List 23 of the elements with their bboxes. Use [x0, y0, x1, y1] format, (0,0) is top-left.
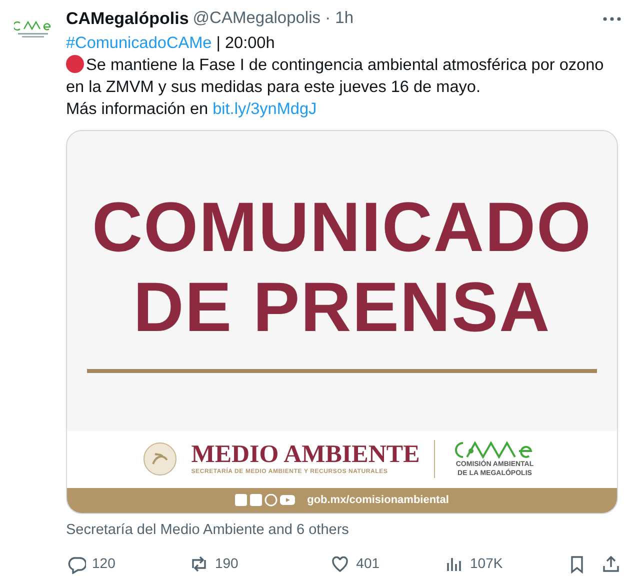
author-handle: @CAMegalopolis · 1h: [192, 8, 354, 30]
square-icon: [235, 494, 248, 506]
views-button[interactable]: 107K: [444, 553, 567, 574]
square-icon: [250, 494, 262, 506]
tweet-text: | 20:00h: [215, 34, 275, 52]
like-button[interactable]: 401: [330, 553, 444, 574]
headline-text: COMUNICADO: [91, 186, 593, 266]
author-name[interactable]: CAMegalópolis: [66, 6, 189, 32]
retweet-button[interactable]: 190: [188, 553, 330, 574]
more-icon[interactable]: [603, 16, 621, 21]
ring-icon: [264, 494, 278, 506]
emblem-icon: [143, 442, 178, 476]
brand-title: MEDIO AMBIENTE: [191, 442, 420, 468]
tweet-text: Se mantiene la Fase I de contingencia ambiental atmosférica por ozono en la ZMVM y sus medidas para este jueves 16 de mayo.: [66, 56, 604, 96]
headline-text: DE PRENSA: [132, 266, 552, 346]
share-icon: [601, 554, 621, 574]
heart-icon: [330, 554, 350, 574]
website-url: gob.mx/comisionambiental: [307, 492, 449, 508]
tweet-text: Más información en: [66, 100, 210, 118]
tagged-users-link[interactable]: Secretaría del Medio Ambiente and 6 others: [66, 520, 621, 542]
share-button[interactable]: [601, 554, 621, 574]
play-icon: [280, 494, 296, 504]
reply-button[interactable]: 120: [66, 553, 189, 574]
